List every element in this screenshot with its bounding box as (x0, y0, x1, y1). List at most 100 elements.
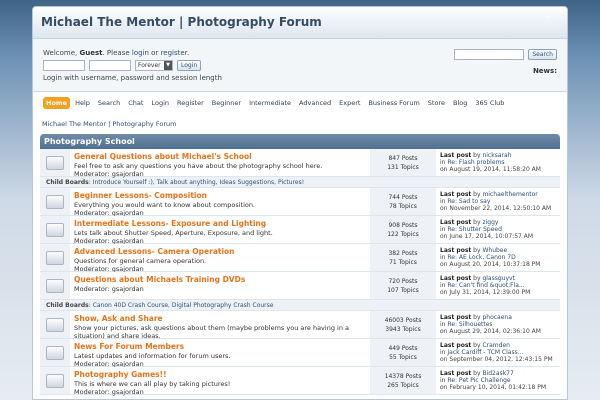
topic-count: 78 Topics (389, 203, 417, 210)
last-post-user[interactable]: Cramden (482, 342, 509, 349)
password-input[interactable] (89, 59, 131, 71)
last-post: Last post by michaelthementor in Re: Sad … (436, 188, 560, 215)
menu-item-365-club[interactable]: 365 Club (472, 97, 507, 109)
menu-item-search[interactable]: Search (95, 97, 123, 109)
last-post-by: by (471, 275, 483, 282)
last-post-topic[interactable]: Jack Cardiff - TCM Class... (447, 349, 523, 356)
menu-item-expert[interactable]: Expert (336, 97, 363, 109)
board-status-icon (46, 250, 64, 265)
topic-count: 107 Topics (387, 287, 419, 294)
last-post-user[interactable]: Bid2ask77 (482, 370, 513, 377)
last-post-date: on November 22, 2014, 12:50:10 AM (440, 205, 552, 212)
last-post-date: on February 10, 2014, 01:42:18 PM (440, 384, 547, 391)
board-name[interactable]: Photography Games!! (74, 370, 366, 379)
last-post-topic[interactable]: Re: Flash problems (447, 159, 504, 166)
board-status-icon (46, 345, 64, 360)
board-name[interactable]: Questions about Michaels Training DVDs (74, 275, 366, 284)
last-post-topic[interactable]: Re: AE Lock, Canon 7D (447, 254, 515, 261)
child-boards-links[interactable]: Canon 40D Crash Course, Digital Photogra… (93, 302, 274, 309)
last-post-topic[interactable]: Re: Pet Pic Challenge (447, 377, 510, 384)
board-description: Lets talk about Shutter Speed, Aperture,… (74, 229, 273, 237)
board-description: This is where we can all play by taking … (74, 380, 231, 388)
search-input[interactable] (454, 49, 525, 60)
menu-item-business-forum[interactable]: Business Forum (365, 97, 422, 109)
board-name[interactable]: Advanced Lessons- Camera Operation (74, 247, 366, 256)
last-post: Last post by phocaena in Re: Silhouettes o… (436, 311, 560, 338)
last-post-date: on August 20, 2014, 10:37:18 PM (440, 261, 541, 268)
menu-item-register[interactable]: Register (174, 97, 207, 109)
site-header: Michael The Mentor | Photography Forum ⌃ (33, 7, 567, 39)
board-name[interactable]: Show, Ask and Share (74, 314, 366, 323)
last-post: Last post by ziggy in Re: Shutter Speed on… (436, 216, 560, 243)
menu-item-home[interactable]: Home (43, 97, 71, 109)
menu-item-help[interactable]: Help (72, 97, 93, 109)
welcome-prefix: Welcome, (43, 49, 80, 57)
child-boards-label: Child Boards (46, 302, 89, 309)
session-length-select[interactable]: Forever ▼ (135, 59, 173, 71)
child-boards-links[interactable]: Introduce Yourself :), Talk about anythi… (93, 179, 304, 186)
breadcrumb[interactable]: Michael The Mentor | Photography Forum (42, 120, 176, 128)
board-stats: 744 Posts 78 Topics (370, 188, 436, 215)
board-name[interactable]: Beginner Lessons- Composition (74, 191, 366, 200)
post-count: 908 Posts (388, 222, 418, 229)
board-icon-cell (40, 244, 70, 271)
board-stats: 46003 Posts 3943 Topics (370, 311, 436, 338)
last-post-label: Last post (440, 342, 472, 349)
post-count: 46003 Posts (384, 317, 422, 324)
board-name[interactable]: News For Forum Members (74, 342, 366, 351)
last-post-topic[interactable]: Re: Can't find &quot;Fla... (447, 282, 524, 289)
last-post-user[interactable]: ziggy (482, 219, 498, 226)
last-post-user[interactable]: nicksarah (482, 152, 511, 159)
board-description: Latest updates and information for forum… (74, 352, 231, 360)
register-link[interactable]: register (161, 49, 187, 57)
last-post-label: Last post (440, 219, 472, 226)
child-boards-label: Child Boards (46, 179, 89, 186)
category-header[interactable]: Photography School (40, 134, 560, 149)
last-post-label: Last post (440, 191, 472, 198)
menu-item-intermediate[interactable]: Intermediate (246, 97, 294, 109)
last-post-date: on September 04, 2012, 12:43:15 PM (440, 356, 553, 363)
last-post-topic[interactable]: Re: Shutter Speed (447, 226, 502, 233)
board-row: News For Forum Members Latest updates and… (40, 339, 560, 368)
last-post-by: by (471, 219, 483, 226)
login-button[interactable]: Login (177, 59, 202, 71)
last-post-user[interactable]: michaelthementor (482, 191, 537, 198)
last-post-by: by (471, 191, 483, 198)
topic-count: 131 Topics (387, 164, 419, 171)
last-post-user[interactable]: Whubee (482, 247, 507, 254)
board-name[interactable]: General Questions about Michael's School (74, 152, 366, 161)
collapse-header-icon[interactable]: ⌃ (543, 15, 553, 25)
user-bar: Welcome, Guest. Please login or register… (33, 39, 567, 91)
board-info: Photography Games!! This is where we can … (70, 367, 370, 396)
last-post-by: by (471, 314, 483, 321)
last-post-topic[interactable]: Re: Silhouettes (447, 321, 492, 328)
board-name[interactable]: Intermediate Lessons- Exposure and Light… (74, 219, 366, 228)
menu-item-beginner[interactable]: Beginner (209, 97, 244, 109)
board-icon-cell (40, 149, 70, 176)
board-icon-cell (40, 188, 70, 215)
search-button[interactable]: Search (528, 49, 557, 60)
board-stats: 382 Posts 71 Topics (370, 244, 436, 271)
child-boards-row: Child Boards: Introduce Yourself :), Tal… (40, 177, 560, 188)
menu-item-advanced[interactable]: Advanced (296, 97, 334, 109)
board-row: Show, Ask and Share Show your pictures, a… (40, 311, 560, 348)
board-row: Beginner Lessons- Composition Everything … (40, 188, 560, 217)
welcome-or: or (148, 49, 161, 57)
board-icon-cell (40, 272, 70, 299)
menu-item-store[interactable]: Store (425, 97, 448, 109)
welcome-mid: . Please (102, 49, 132, 57)
last-post-user[interactable]: phocaena (482, 314, 511, 321)
menu-item-chat[interactable]: Chat (125, 97, 146, 109)
board-info: Questions about Michaels Training DVDs Mo… (70, 272, 370, 299)
last-post: Last post by Cramden in Jack Cardiff - TC… (436, 339, 560, 366)
post-count: 847 Posts (388, 155, 418, 162)
username-input[interactable] (43, 59, 85, 71)
board-stats: 449 Posts 55 Topics (370, 339, 436, 366)
menu-item-login[interactable]: Login (148, 97, 172, 109)
last-post-user[interactable]: glassguyvt (482, 275, 514, 282)
menu-item-blog[interactable]: Blog (450, 97, 470, 109)
login-link[interactable]: login (132, 49, 149, 57)
post-count: 744 Posts (388, 194, 418, 201)
board-status-icon (46, 317, 64, 332)
last-post-topic[interactable]: Re: Sad to say (447, 198, 490, 205)
